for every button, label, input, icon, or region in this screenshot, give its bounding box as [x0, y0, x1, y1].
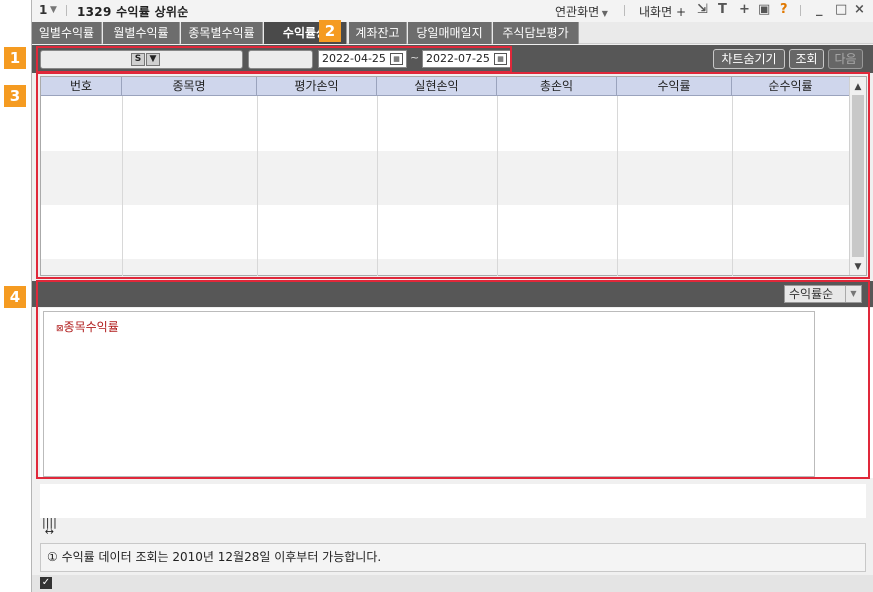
tab-bar: 일별수익률 월별수익률 종목별수익률 수익률상 계좌잔고 당일매매일지 주식담보… [32, 22, 873, 44]
next-button[interactable]: 다음 [828, 49, 863, 69]
grid-header: 번호 종목명 평가손익 실현손익 총손익 수익률 순수익률 [41, 77, 849, 96]
tab-daily-trade-log[interactable]: 당일매매일지 [408, 22, 492, 44]
account-dropdown-button[interactable]: ▼ [146, 53, 160, 66]
tab-collateral-eval[interactable]: 주식담보평가 [493, 22, 579, 44]
splitter-resize-icon[interactable]: |||| ↔ [42, 517, 57, 537]
text-size-icon[interactable]: T [718, 2, 727, 17]
my-screen-label: 내화면 [639, 5, 673, 19]
chevron-down-icon: ▼ [599, 9, 608, 18]
chart-legend[interactable]: ⊠종목수익률 [56, 318, 119, 335]
screen-title: 1329 수익률 상위순 [77, 5, 189, 19]
title-bar: 1 ▼ 1329 수익률 상위순 연관화면 ▼ 내화면 + ⇲ T + ▣ ? … [32, 0, 873, 22]
close-icon[interactable]: × [854, 2, 865, 17]
legend-label: 종목수익률 [63, 320, 119, 334]
my-screen-link[interactable]: 내화면 + [639, 3, 686, 20]
checkbox-checked-icon[interactable]: ✓ [40, 577, 52, 589]
column-header-number[interactable]: 번호 [41, 77, 122, 96]
sort-select-value: 수익률순 [789, 287, 834, 301]
table-row[interactable] [41, 205, 849, 259]
chart-area: ⊠종목수익률 [40, 308, 873, 478]
callout-badge-1: 1 [4, 47, 26, 69]
minimize-icon[interactable]: _ [816, 2, 823, 17]
chevron-down-icon[interactable]: ▼ [50, 5, 57, 15]
tab-account-balance[interactable]: 계좌잔고 [349, 22, 407, 44]
end-date-input[interactable]: 2022-07-25 ▦ [422, 50, 511, 68]
print-icon[interactable]: ▣ [758, 2, 770, 17]
column-divider [377, 96, 378, 276]
table-row[interactable] [41, 151, 849, 205]
column-divider [122, 96, 123, 276]
sort-select[interactable]: 수익률순 ▼ [784, 285, 862, 303]
help-icon[interactable]: ? [780, 2, 788, 17]
empty-panel [40, 484, 866, 518]
status-bar: ✓ [32, 575, 873, 592]
hide-chart-button[interactable]: 차트숨기기 [713, 49, 785, 69]
maximize-icon[interactable]: □ [835, 2, 847, 17]
column-divider [497, 96, 498, 276]
column-divider [257, 96, 258, 276]
end-date-value: 2022-07-25 [426, 52, 490, 65]
column-header-stock-name[interactable]: 종목명 [122, 77, 257, 96]
calendar-icon[interactable]: ▦ [494, 53, 507, 65]
divider [800, 5, 801, 16]
column-divider [617, 96, 618, 276]
date-range-separator: ~ [410, 51, 420, 64]
table-row[interactable] [41, 259, 849, 275]
chevron-down-icon[interactable]: ▼ [845, 286, 861, 302]
column-header-unrealized-pl[interactable]: 평가손익 [257, 77, 377, 96]
calendar-icon[interactable]: ▦ [390, 53, 403, 65]
screen-window: 1 ▼ 1329 수익률 상위순 연관화면 ▼ 내화면 + ⇲ T + ▣ ? … [31, 0, 873, 592]
chevron-down-icon: ▼ [149, 54, 157, 64]
scroll-up-icon[interactable]: ▲ [850, 79, 866, 95]
callout-badge-3: 3 [4, 85, 26, 107]
tab-daily-return[interactable]: 일별수익률 [32, 22, 102, 44]
tab-monthly-return[interactable]: 월별수익률 [103, 22, 180, 44]
related-screen-label: 연관화면 [555, 5, 600, 19]
chart-toolbar: 수익률순 ▼ [32, 281, 873, 307]
grid-scrollbar[interactable]: ▲ ▼ [849, 77, 866, 275]
tab-stock-return[interactable]: 종목별수익률 [181, 22, 263, 44]
query-button[interactable]: 조회 [789, 49, 824, 69]
divider [624, 5, 625, 16]
column-header-realized-pl[interactable]: 실현손익 [377, 77, 497, 96]
query-toolbar: S ▼ 2022-04-25 ▦ ~ 2022-07-25 ▦ 차트숨기기 조회… [32, 45, 873, 73]
column-header-return-rate[interactable]: 수익률 [617, 77, 732, 96]
scroll-down-icon[interactable]: ▼ [850, 259, 866, 275]
account-type-button[interactable]: S [131, 53, 145, 66]
divider [66, 5, 67, 16]
related-screen-link[interactable]: 연관화면 ▼ [555, 3, 608, 20]
notice-message: ① 수익률 데이터 조회는 2010년 12월28일 이후부터 가능합니다. [40, 543, 866, 572]
add-icon[interactable]: + [739, 2, 750, 17]
start-date-input[interactable]: 2022-04-25 ▦ [318, 50, 407, 68]
start-date-value: 2022-04-25 [322, 52, 386, 65]
table-row[interactable] [41, 97, 849, 151]
link-screen-icon[interactable]: ⇲ [697, 2, 708, 17]
column-divider [732, 96, 733, 276]
column-header-net-return-rate[interactable]: 순수익률 [732, 77, 849, 96]
callout-badge-4: 4 [4, 286, 26, 308]
column-header-total-pl[interactable]: 총손익 [497, 77, 617, 96]
legend-marker-icon: ⊠ [56, 324, 64, 334]
callout-badge-2: 2 [319, 20, 341, 42]
return-chart: ⊠종목수익률 [43, 311, 815, 477]
results-grid: 번호 종목명 평가손익 실현손익 총손익 수익률 순수익률 ▲ ▼ [40, 76, 867, 276]
password-input[interactable] [248, 50, 313, 69]
scroll-thumb[interactable] [852, 95, 864, 257]
screen-number[interactable]: 1 [39, 3, 47, 17]
